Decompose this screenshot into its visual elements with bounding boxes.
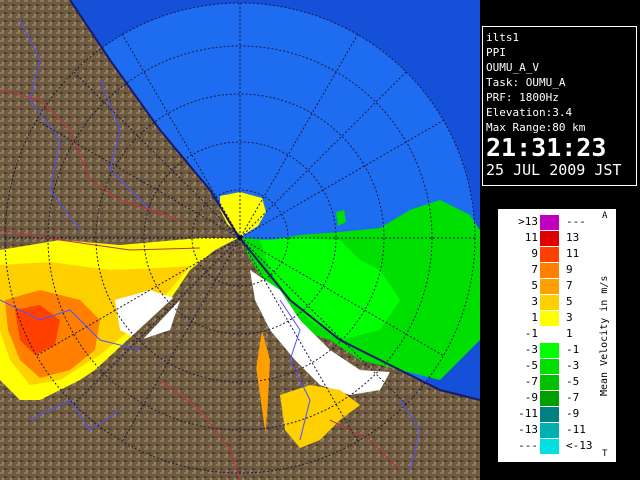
- legend-swatch: [540, 343, 559, 358]
- scan-type: PPI: [486, 46, 506, 59]
- legend-row: 79: [498, 263, 598, 278]
- legend-high-value: 13: [566, 231, 580, 244]
- legend-row: -9 -7: [498, 391, 598, 406]
- legend-row: -13 -11: [498, 423, 598, 438]
- legend-row: 35: [498, 295, 598, 310]
- task-name: Task: OUMU_A: [486, 76, 566, 89]
- legend-low-value: 11: [524, 231, 538, 244]
- legend-swatch: [540, 263, 559, 278]
- legend-title-text: Mean Velocity in m/s: [599, 275, 610, 397]
- velocity-color-legend: >13 --- 11 13 9 11 7 9 5 7 3 5 1 3 -1 1 -3 -1 -5 -3 -7 -5 -9 -7…: [498, 209, 616, 462]
- legend-low-value: -9: [524, 391, 538, 404]
- legend-row: -7 -5: [498, 375, 598, 390]
- legend-high-value: 5: [566, 295, 573, 308]
- legend-low-value: -3: [524, 343, 538, 356]
- legend-high-value: 3: [566, 311, 573, 324]
- legend-low-value: -1: [524, 327, 538, 340]
- legend-cap-bottom: T: [602, 449, 608, 459]
- legend-row: 13: [498, 311, 598, 326]
- legend-high-value: ---: [566, 215, 586, 228]
- legend-row: -1 1: [498, 327, 598, 342]
- legend-swatch: [540, 423, 559, 438]
- legend-row: -5 -3: [498, 359, 598, 374]
- legend-row: 57: [498, 279, 598, 294]
- legend-low-value: 5: [531, 279, 538, 292]
- legend-low-value: 9: [531, 247, 538, 260]
- legend-high-value: -5: [566, 375, 580, 388]
- legend-low-value: 1: [531, 311, 538, 324]
- legend-high-value: <-13: [566, 439, 593, 452]
- scan-time: 21:31:23: [486, 133, 607, 162]
- legend-swatch: [540, 247, 559, 262]
- legend-row: -11 -9: [498, 407, 598, 422]
- legend-high-value: -1: [566, 343, 580, 356]
- legend-high-value: -3: [566, 359, 580, 372]
- legend-swatch: [540, 311, 559, 326]
- legend-swatch: [540, 407, 559, 422]
- legend-swatch: [540, 359, 559, 374]
- legend-swatch: [540, 439, 559, 454]
- legend-low-value: 3: [531, 295, 538, 308]
- legend-row: --- <-13: [498, 439, 598, 454]
- site-name: ilts1: [486, 31, 520, 44]
- product-name: OUMU_A_V: [486, 61, 539, 74]
- legend-high-value: -9: [566, 407, 580, 420]
- legend-row: -3 -1: [498, 343, 598, 358]
- legend-swatch: [540, 391, 559, 406]
- legend-swatch: [540, 279, 559, 294]
- legend-high-value: 11: [566, 247, 580, 260]
- legend-low-value: ---: [518, 439, 538, 452]
- scan-date: 25 JUL 2009 JST: [486, 161, 622, 179]
- legend-swatch: [540, 327, 559, 342]
- prf-value: PRF: 1800Hz: [486, 91, 559, 104]
- legend-high-value: -7: [566, 391, 580, 404]
- radar-site-marker: [238, 236, 242, 240]
- legend-low-value: >13: [518, 215, 538, 228]
- radar-ppi-display: [0, 0, 480, 480]
- legend-row: 9 11: [498, 247, 598, 262]
- legend-high-value: 7: [566, 279, 573, 292]
- legend-swatch: [540, 215, 559, 230]
- legend-low-value: -13: [518, 423, 538, 436]
- legend-low-value: -11: [518, 407, 538, 420]
- legend-swatch: [540, 295, 559, 310]
- legend-low-value: -5: [524, 359, 538, 372]
- legend-row: >13 ---: [498, 215, 598, 230]
- elevation-value: Elevation:3.4: [486, 106, 573, 119]
- legend-swatch: [540, 231, 559, 246]
- legend-title: Mean Velocity in m/s: [599, 217, 615, 455]
- legend-swatch: [540, 375, 559, 390]
- legend-high-value: 1: [566, 327, 573, 340]
- legend-high-value: -11: [566, 423, 586, 436]
- legend-high-value: 9: [566, 263, 573, 276]
- legend-low-value: -7: [524, 375, 538, 388]
- legend-row: 11 13: [498, 231, 598, 246]
- scan-info-panel: ilts1 PPI OUMU_A_V Task: OUMU_A PRF: 180…: [482, 26, 637, 186]
- legend-low-value: 7: [531, 263, 538, 276]
